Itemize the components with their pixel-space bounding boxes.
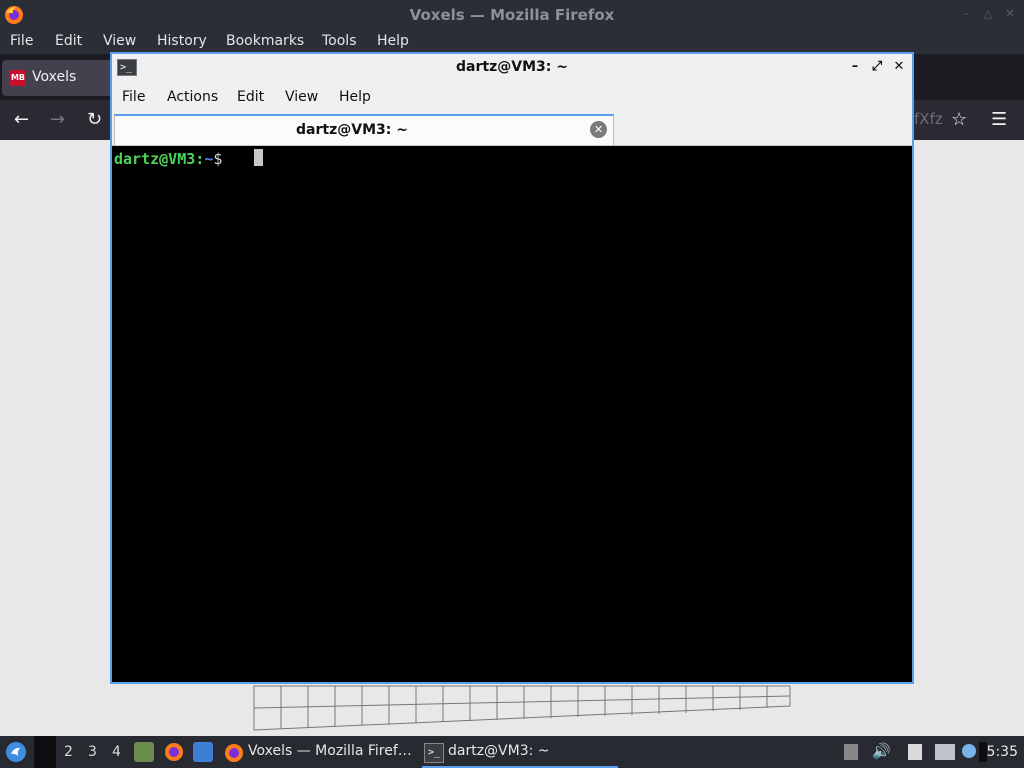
window-title: Voxels — Mozilla Firefox [409,6,615,24]
workspace-2[interactable]: 2 [64,744,73,760]
update-notifier-icon[interactable] [962,744,976,758]
maximize-icon[interactable]: ⤢ [870,59,884,75]
terminal-menubar: File Actions Edit View Help [112,82,912,114]
firefox-launcher-icon[interactable] [164,742,184,762]
menu-view[interactable]: View [103,33,136,49]
tab-label: Voxels [32,69,77,85]
workspace-1-active[interactable] [34,736,56,768]
shell-prompt: dartz@VM3:~$ [114,150,222,168]
restore-icon[interactable]: △ [982,8,994,20]
task-firefox[interactable]: Voxels — Mozilla Firef… [222,738,418,768]
terminal-icon: >_ [424,743,444,763]
upload-tray-icon[interactable] [844,744,858,760]
term-menu-view[interactable]: View [285,89,318,105]
desktop-icon[interactable] [193,742,213,762]
prompt-path: ~ [204,150,214,168]
clipboard-icon[interactable] [908,744,922,760]
firefox-titlebar: Voxels — Mozilla Firefox – △ ✕ [0,0,1024,30]
terminal-output[interactable]: dartz@VM3:~$ [112,146,912,682]
task-label: Voxels — Mozilla Firef… [248,743,412,759]
minimize-icon[interactable]: – [960,8,972,20]
terminal-tab[interactable]: dartz@VM3: ~ ✕ [114,114,614,145]
term-menu-help[interactable]: Help [339,89,371,105]
workspace-4[interactable]: 4 [112,744,121,760]
terminal-window-title: dartz@VM3: ~ [456,59,568,75]
term-menu-actions[interactable]: Actions [167,89,218,105]
forward-arrow-icon[interactable]: → [50,110,65,130]
firefox-window-controls: – △ ✕ [960,8,1016,20]
terminal-window: >_ dartz@VM3: ~ – ⤢ ✕ File Actions Edit … [110,52,914,684]
menu-edit[interactable]: Edit [55,33,82,49]
firefox-menubar: File Edit View History Bookmarks Tools H… [0,30,1024,54]
terminal-titlebar[interactable]: >_ dartz@VM3: ~ – ⤢ ✕ [112,54,912,82]
menu-history[interactable]: History [157,33,207,49]
firefox-icon [225,744,243,762]
term-menu-file[interactable]: File [122,89,145,105]
close-tab-icon[interactable]: ✕ [590,121,607,138]
prompt-user-host: dartz@VM3 [114,150,196,168]
prompt-symbol: $ [213,150,223,168]
text-cursor [254,149,263,166]
voxel-grid-graphic [253,685,791,731]
menu-tools[interactable]: Tools [322,33,357,49]
workspace-3[interactable]: 3 [88,744,97,760]
app-menu-icon [6,742,26,762]
clock[interactable]: 5:35 [987,744,1018,760]
url-text-fragment[interactable]: fXfz [914,110,943,128]
back-arrow-icon[interactable]: ← [14,110,29,130]
terminal-window-controls: – ⤢ ✕ [848,59,906,75]
term-menu-edit[interactable]: Edit [237,89,264,105]
task-label: dartz@VM3: ~ [448,743,550,759]
reload-icon[interactable]: ↻ [87,110,102,130]
menu-file[interactable]: File [10,33,33,49]
bookmark-star-icon[interactable]: ☆ [951,110,967,130]
taskbar: 2 3 4 Voxels — Mozilla Firef… >_ dartz@V… [0,736,1024,768]
close-icon[interactable]: ✕ [892,59,906,75]
file-manager-icon[interactable] [134,742,154,762]
task-terminal[interactable]: >_ dartz@VM3: ~ [422,738,618,768]
prompt-colon: : [195,150,205,168]
network-icon[interactable] [935,744,955,760]
close-icon[interactable]: ✕ [1004,8,1016,20]
menu-bookmarks[interactable]: Bookmarks [226,33,304,49]
minimize-icon[interactable]: – [848,59,862,75]
start-menu-button[interactable] [0,736,32,768]
terminal-tab-label: dartz@VM3: ~ [296,122,408,138]
volume-icon[interactable]: 🔊 [872,742,891,760]
hamburger-menu-icon[interactable]: ☰ [991,110,1007,130]
menu-help[interactable]: Help [377,33,409,49]
favicon-icon: MB [10,70,26,86]
terminal-tabbar: dartz@VM3: ~ ✕ [112,114,912,146]
